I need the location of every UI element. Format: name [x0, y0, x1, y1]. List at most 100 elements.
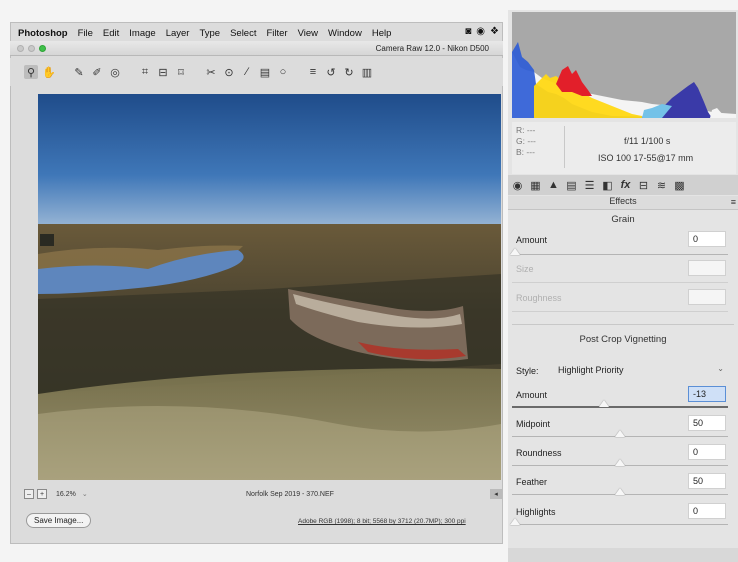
menu-select[interactable]: Select	[230, 28, 256, 39]
menu-image[interactable]: Image	[129, 28, 155, 39]
b-label: B:	[516, 147, 525, 157]
vignette-style-value: Highlight Priority	[558, 365, 624, 375]
rotate-cw-icon[interactable]: ↻	[342, 65, 356, 79]
midpoint-field[interactable]: 50	[688, 415, 726, 431]
roundness-field[interactable]: 0	[688, 444, 726, 460]
tray-dropbox-icon[interactable]: ❖	[490, 26, 499, 37]
status-tray: ◙ ◉ ❖	[465, 26, 499, 37]
close-button[interactable]	[17, 45, 24, 52]
tab-lens-corrections-icon[interactable]: ◧	[600, 179, 615, 192]
color-sampler-icon[interactable]: ✐	[90, 65, 104, 79]
window-title: Camera Raw 12.0 - Nikon D500	[375, 44, 489, 53]
camera-info: R: --- G: --- B: --- f/11 1/100 s ISO 10…	[512, 122, 736, 174]
feather-label: Feather	[516, 477, 548, 487]
tab-basic-icon[interactable]: ◉	[510, 179, 525, 192]
tab-split-toning-icon[interactable]: ☰	[582, 179, 597, 192]
white-balance-icon[interactable]: ✎	[72, 65, 86, 79]
zoom-in-button[interactable]: +	[37, 489, 47, 499]
grain-amount-thumb[interactable]	[510, 248, 520, 255]
r-label: R:	[516, 125, 525, 135]
menu-type[interactable]: Type	[199, 28, 220, 39]
roundness-thumb[interactable]	[615, 459, 625, 466]
tab-calibration-icon[interactable]: ⊟	[636, 179, 651, 192]
g-label: G:	[516, 136, 525, 146]
grain-roughness-label: Roughness	[516, 293, 562, 303]
status-bar: – + 16.2% ⌄ Norfolk Sep 2019 - 370.NEF ◂	[24, 487, 502, 501]
tab-detail-icon[interactable]: ▲	[546, 179, 561, 191]
aperture-shutter: f/11 1/100 s	[624, 136, 671, 146]
roundness-label: Roundness	[516, 448, 562, 458]
zoom-button[interactable]	[39, 45, 46, 52]
grain-amount-field[interactable]: 0	[688, 231, 726, 247]
tab-presets-icon[interactable]: ≋	[654, 179, 669, 192]
menu-view[interactable]: View	[298, 28, 318, 39]
menu-layer[interactable]: Layer	[166, 28, 190, 39]
adjustment-brush-icon[interactable]: ∕	[240, 65, 254, 79]
grain-size-label: Size	[516, 264, 534, 274]
crop-icon[interactable]: ⌗	[138, 65, 152, 79]
workflow-options-link[interactable]: Adobe RGB (1998); 8 bit; 5568 by 3712 (2…	[298, 518, 466, 525]
save-image-button[interactable]: Save Image...	[26, 513, 92, 528]
rotate-ccw-icon[interactable]: ↺	[324, 65, 338, 79]
filmstrip-toggle-icon[interactable]: ◂	[490, 489, 502, 499]
vignette-amount-label: Amount	[516, 390, 548, 400]
vignette-style-label: Style:	[516, 366, 539, 376]
tab-snapshots-icon[interactable]: ▩	[672, 179, 687, 192]
window-titlebar: Camera Raw 12.0 - Nikon D500	[10, 41, 503, 56]
iso-lens: ISO 100 17-55@17 mm	[598, 153, 694, 163]
tab-tone-curve-icon[interactable]: ▦	[528, 179, 543, 192]
menu-window[interactable]: Window	[328, 28, 362, 39]
straighten-icon[interactable]: ⊟	[156, 65, 170, 79]
tab-hsl-icon[interactable]: ▤	[564, 179, 579, 192]
zoom-level[interactable]: 16.2%	[56, 491, 76, 498]
highlights-thumb[interactable]	[510, 518, 520, 525]
grain-roughness-slider	[512, 311, 728, 312]
tab-effects-icon[interactable]: fx	[618, 179, 633, 191]
zoom-out-button[interactable]: –	[24, 489, 34, 499]
feather-field[interactable]: 50	[688, 473, 726, 489]
menu-help[interactable]: Help	[372, 28, 392, 39]
vignette-amount-slider[interactable]	[512, 406, 728, 408]
tray-app-icon[interactable]: ◙	[465, 26, 471, 37]
panel-menu-icon[interactable]: ≡	[731, 197, 736, 207]
sky	[38, 94, 501, 229]
radial-filter-icon[interactable]: ○	[276, 65, 290, 79]
b-value: ---	[526, 147, 535, 157]
trash-icon[interactable]: ▥	[360, 65, 374, 79]
grain-amount-slider[interactable]	[512, 254, 728, 255]
menu-file[interactable]: File	[78, 28, 93, 39]
feather-thumb[interactable]	[615, 488, 625, 495]
rgb-readout: R: --- G: --- B: ---	[516, 125, 536, 158]
highlights-field[interactable]: 0	[688, 503, 726, 519]
menu-app-name[interactable]: Photoshop	[18, 28, 68, 39]
preferences-icon[interactable]: ≡	[306, 65, 320, 79]
grain-size-field	[688, 260, 726, 276]
targeted-adjustment-icon[interactable]: ◎	[108, 65, 122, 79]
chevron-down-icon: ⌄	[717, 364, 724, 373]
r-value: ---	[526, 125, 536, 135]
highlights-slider[interactable]	[512, 524, 728, 525]
minimize-button[interactable]	[28, 45, 35, 52]
menu-edit[interactable]: Edit	[103, 28, 119, 39]
zoom-dropdown-icon[interactable]: ⌄	[82, 490, 88, 498]
g-value: ---	[527, 136, 536, 146]
midpoint-thumb[interactable]	[615, 430, 625, 437]
menu-filter[interactable]: Filter	[266, 28, 287, 39]
midpoint-label: Midpoint	[516, 419, 551, 429]
red-eye-icon[interactable]: ⊙	[222, 65, 236, 79]
vignette-amount-field[interactable]: -13	[688, 386, 726, 402]
zoom-tool-icon[interactable]: ⚲	[24, 65, 38, 79]
menu-bar: Photoshop File Edit Image Layer Type Sel…	[10, 26, 503, 40]
vignette-amount-thumb[interactable]	[599, 400, 609, 407]
transform-icon[interactable]: ⌑	[174, 65, 188, 79]
histogram	[512, 12, 736, 118]
hand-tool-icon[interactable]: ✋	[42, 65, 56, 79]
image-preview[interactable]	[38, 94, 501, 480]
spot-removal-icon[interactable]: ✂	[204, 65, 218, 79]
graduated-filter-icon[interactable]: ▤	[258, 65, 272, 79]
grain-roughness-field	[688, 289, 726, 305]
panel-title: Effects ≡	[508, 196, 738, 210]
grain-section-title: Grain	[611, 214, 635, 225]
tray-sync-icon[interactable]: ◉	[476, 26, 485, 37]
vignette-style-select[interactable]: Highlight Priority ⌄	[552, 362, 724, 378]
